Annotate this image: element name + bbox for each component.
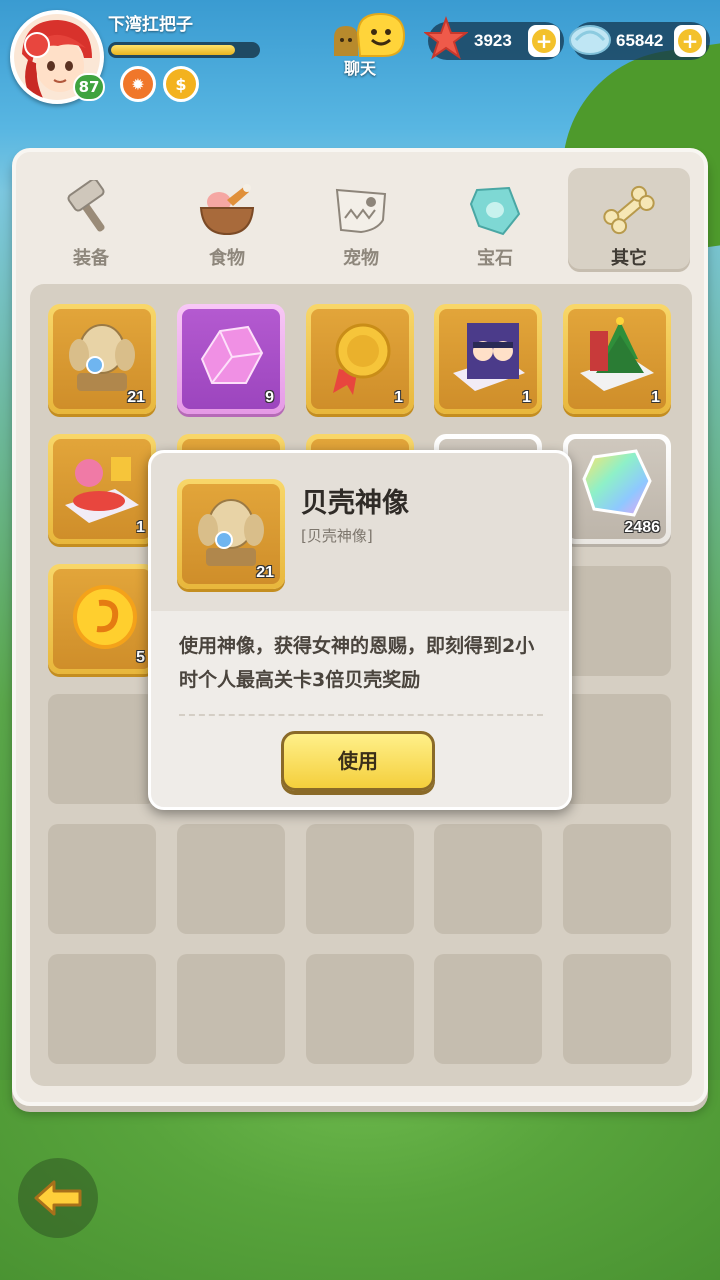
starfish-currency: 3923 + xyxy=(424,16,564,60)
item-rainbow-crystal[interactable]: 2486 xyxy=(563,434,671,544)
gold-buff-icon[interactable]: $ xyxy=(163,66,199,102)
player-name: 下湾扛把子 xyxy=(108,15,193,34)
tab-food[interactable]: 食物 xyxy=(166,168,288,272)
background-ground xyxy=(0,1080,720,1280)
dino-skull-icon xyxy=(335,188,387,234)
item-ninja-card[interactable]: 1 xyxy=(434,304,542,414)
item-count: 9 xyxy=(265,389,274,406)
empty-slot[interactable] xyxy=(434,824,542,934)
empty-slot[interactable] xyxy=(306,954,414,1064)
xp-bar xyxy=(108,42,260,58)
item-purple-crystal[interactable]: 9 xyxy=(177,304,285,414)
shell-currency: 65842 + xyxy=(569,22,710,60)
starfish-value: 3923 xyxy=(474,31,512,50)
empty-slot[interactable] xyxy=(48,824,156,934)
level-badge: 87 xyxy=(73,73,105,101)
empty-slot[interactable] xyxy=(177,954,285,1064)
statue-icon xyxy=(69,324,135,391)
tab-gems[interactable]: 宝石 xyxy=(434,168,556,272)
empty-slot[interactable] xyxy=(177,824,285,934)
fire-orb-icon xyxy=(73,585,137,649)
item-count: 1 xyxy=(136,519,145,536)
tab-pets[interactable]: 宠物 xyxy=(300,168,422,272)
food-bowl-icon xyxy=(199,184,255,236)
tab-label: 其它 xyxy=(611,248,647,269)
item-count: 21 xyxy=(127,389,145,406)
empty-slot[interactable] xyxy=(563,824,671,934)
popup-subtitle: [贝壳神像] xyxy=(301,527,373,545)
avatar-badge-icon xyxy=(24,32,50,58)
item-count: 1 xyxy=(522,389,531,406)
category-tabs: 装备 食物 宠物 宝石 其它 xyxy=(24,168,696,276)
tab-label: 食物 xyxy=(209,248,245,269)
empty-slot[interactable] xyxy=(563,954,671,1064)
shell-value: 65842 xyxy=(616,31,664,50)
rainbow-crystal-icon xyxy=(582,449,652,517)
item-mermaid-card[interactable]: 1 xyxy=(48,434,156,544)
item-christmas-tree-card[interactable]: 1 xyxy=(563,304,671,414)
divider xyxy=(179,714,543,716)
item-count: 2486 xyxy=(624,519,660,536)
empty-slot[interactable] xyxy=(48,954,156,1064)
christmas-tree-icon xyxy=(580,317,654,391)
gem-icon xyxy=(469,186,521,236)
tab-label: 装备 xyxy=(73,248,109,269)
item-fire-orb[interactable]: 5 xyxy=(48,564,156,674)
plus-icon: + xyxy=(532,29,556,53)
item-shell-statue[interactable]: 21 xyxy=(48,304,156,414)
popup-item-icon: 21 xyxy=(177,479,285,589)
item-count: 1 xyxy=(651,389,660,406)
back-arrow-icon xyxy=(34,1180,82,1216)
bone-icon xyxy=(603,185,655,235)
statue-icon xyxy=(198,499,264,566)
empty-slot[interactable] xyxy=(306,824,414,934)
fire-buff-icon[interactable]: ✹ xyxy=(120,66,156,102)
starfish-icon xyxy=(424,16,468,60)
empty-slot[interactable] xyxy=(563,566,671,676)
item-count: 5 xyxy=(136,649,145,666)
item-detail-popup: 21 贝壳神像 [贝壳神像] 使用神像，获得女神的恩赐，即刻得到2小时个人最高关… xyxy=(148,450,572,810)
popup-item-count: 21 xyxy=(256,564,274,581)
tab-label: 宝石 xyxy=(477,248,513,269)
xp-fill xyxy=(111,45,236,55)
use-button[interactable]: 使用 xyxy=(281,731,435,791)
popup-title: 贝壳神像 xyxy=(301,488,409,519)
mermaid-card-icon xyxy=(65,457,139,523)
tab-label: 宠物 xyxy=(343,248,379,269)
add-shell-button[interactable]: + xyxy=(674,25,706,57)
empty-slot[interactable] xyxy=(48,694,156,804)
chat-label[interactable]: 聊天 xyxy=(344,55,376,79)
empty-slot[interactable] xyxy=(434,954,542,1064)
tab-other[interactable]: 其它 xyxy=(568,168,690,272)
shell-icon xyxy=(569,25,611,55)
item-count: 1 xyxy=(394,389,403,406)
popup-description: 使用神像，获得女神的恩赐，即刻得到2小时个人最高关卡3倍贝壳奖励 xyxy=(179,635,535,691)
add-starfish-button[interactable]: + xyxy=(528,25,560,57)
crystal-icon xyxy=(200,325,264,384)
hammer-icon xyxy=(67,180,105,232)
item-gold-medal[interactable]: 1 xyxy=(306,304,414,414)
ninja-card-icon xyxy=(453,323,525,391)
plus-icon: + xyxy=(678,29,702,53)
medal-icon xyxy=(333,323,391,395)
back-button[interactable] xyxy=(18,1158,98,1238)
tab-equipment[interactable]: 装备 xyxy=(30,168,152,272)
empty-slot[interactable] xyxy=(563,694,671,804)
